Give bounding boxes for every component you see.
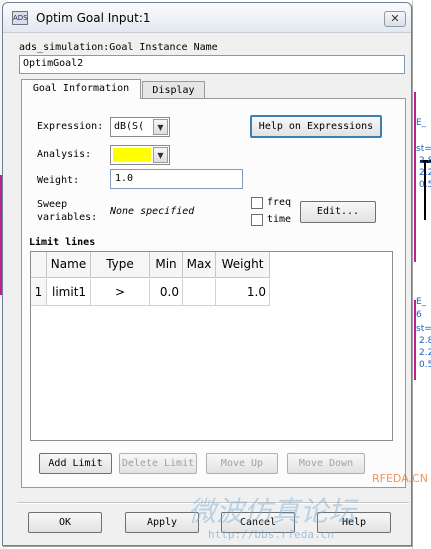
schematic-label: 2.2 [419,348,431,358]
sweep-label: variables: [37,212,98,223]
edit-sweep-button[interactable]: Edit... [300,201,376,223]
limit-name-cell[interactable]: limit1 [47,279,91,306]
analysis-highlight [113,148,151,162]
move-down-button[interactable]: Move Down [287,453,365,474]
freq-label: freq [267,197,292,208]
app-icon: ADS [12,11,28,25]
limit-type-cell[interactable]: > [91,279,150,306]
schematic-label: 0.5 [419,360,431,370]
sweep-value: None specified [110,206,195,217]
close-button[interactable]: ✕ [384,11,406,27]
limit-weight-cell[interactable]: 1.0 [216,279,270,306]
schematic-label: E_ [416,297,427,307]
time-checkbox[interactable] [251,214,263,226]
schematic-label: st= [416,144,431,154]
title-bar[interactable]: ADS Optim Goal Input:1 ✕ [3,3,411,33]
add-limit-button[interactable]: Add Limit [39,453,112,474]
optim-goal-dialog: ADS Optim Goal Input:1 ✕ ads_simulation:… [2,2,412,546]
sweep-label: Sweep [37,199,68,210]
schematic-label: 2.2 [419,168,431,178]
limit-max-cell[interactable] [183,279,216,306]
column-header[interactable]: Min [150,252,183,278]
delete-limit-button[interactable]: Delete Limit [119,453,197,474]
watermark-text: 微波仿真论坛 [188,495,357,528]
watermark-url: http://bbs.rfeda.cn [208,528,334,541]
schematic-label: 0.5 [419,180,431,190]
column-header[interactable]: Max [183,252,216,278]
column-header[interactable]: Type [91,252,150,278]
weight-input[interactable]: 1.0 [110,169,243,189]
weight-label: Weight: [37,175,80,186]
analysis-combobox[interactable]: ▼ [110,145,170,165]
row-header-corner [31,252,47,278]
analysis-label: Analysis: [37,149,92,160]
freq-checkbox[interactable] [251,197,263,209]
window-title: Optim Goal Input:1 [36,11,151,25]
limit-min-cell[interactable]: 0.0 [150,279,183,306]
limit-lines-title: Limit lines [29,237,96,248]
expression-label: Expression: [37,121,104,132]
instance-name-input[interactable]: OptimGoal2 [19,55,405,74]
instance-name-label: ads_simulation:Goal Instance Name [19,42,218,53]
expression-value: dB(S( [114,121,145,132]
watermark-brand: RFEDA.CN [372,472,428,485]
schematic-label: 2.8 [419,156,431,166]
schematic-label: E_ [416,118,427,128]
background-schematic-right [412,0,431,549]
schematic-label: 2.8 [419,336,431,346]
time-label: time [267,214,292,225]
row-header[interactable]: 1 [31,279,47,306]
schematic-label: 6 [416,310,422,320]
tab-goal-information[interactable]: Goal Information [21,79,141,99]
help-on-expressions-button[interactable]: Help on Expressions [250,115,382,138]
column-header[interactable]: Name [47,252,91,278]
move-up-button[interactable]: Move Up [206,453,278,474]
ok-button[interactable]: OK [28,512,102,533]
expression-combobox[interactable]: dB(S( ▼ [110,117,170,137]
column-header[interactable]: Weight [216,252,270,278]
chevron-down-icon[interactable]: ▼ [153,147,168,163]
limit-lines-table[interactable]: Name Type Min Max Weight 1 limit1 > 0.0 … [30,251,393,441]
chevron-down-icon[interactable]: ▼ [153,119,168,135]
schematic-label: st= [416,324,431,334]
